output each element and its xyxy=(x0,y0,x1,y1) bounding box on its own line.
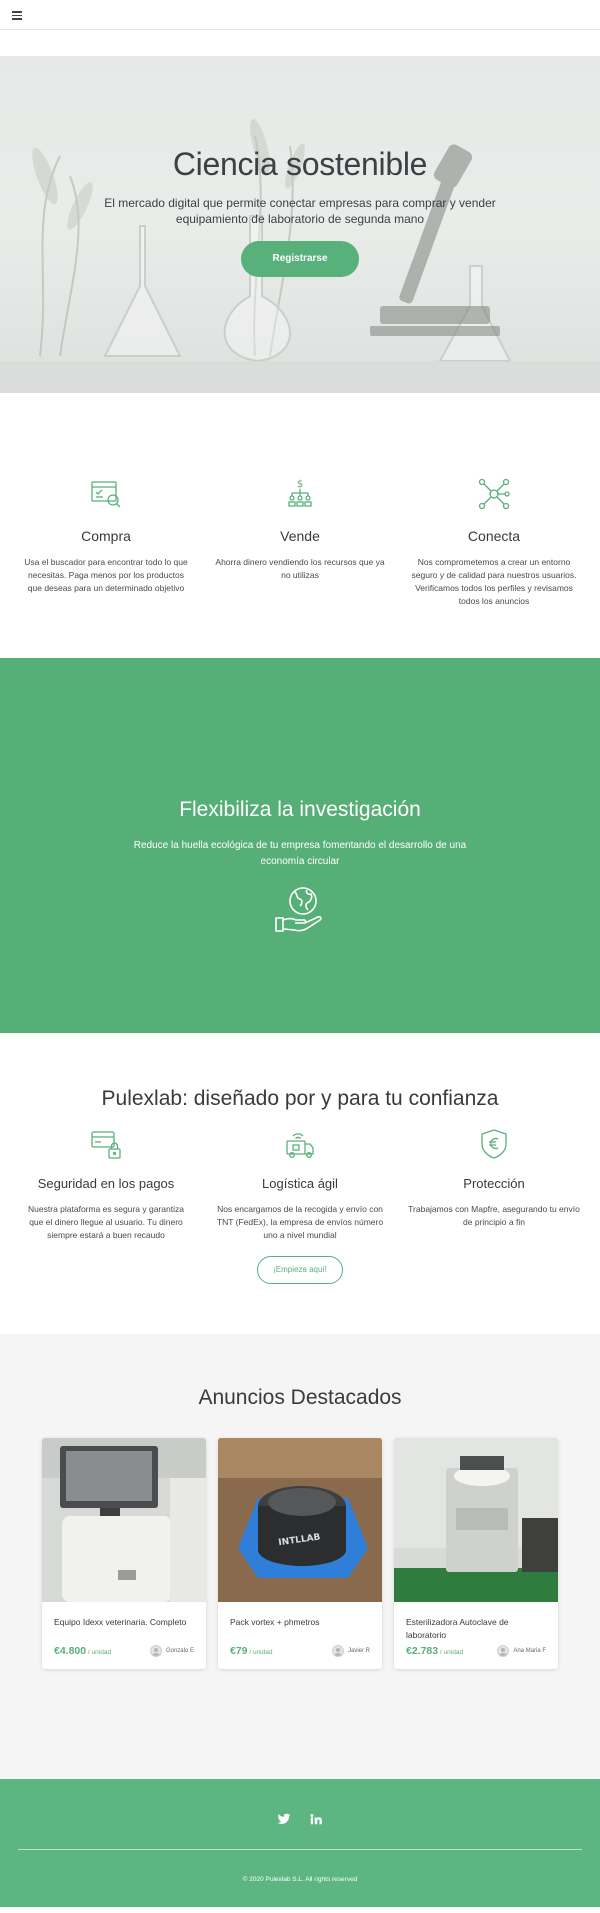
trust-item-text: Trabajamos con Mapfre, asegurando tu env… xyxy=(408,1204,580,1227)
listing-footer: €79 / unidad Javier R xyxy=(230,1645,370,1657)
feature-title: Compra xyxy=(81,528,131,544)
feature-text: Ahorra dinero vendiendo los recursos que… xyxy=(215,557,385,580)
avatar xyxy=(331,1645,344,1657)
twitter-icon[interactable] xyxy=(277,1812,291,1826)
search-listing-icon xyxy=(91,481,121,508)
listing-image xyxy=(394,1438,558,1602)
listing-title: Pack vortex + phmetros xyxy=(230,1617,320,1627)
trust-protection: Protección Trabajamos con Mapfre, asegur… xyxy=(408,1127,580,1242)
trust-title: Pulexlab: diseñado por y para tu confian… xyxy=(101,1087,499,1110)
copyright-text: © 2020 Pulexlab S.L. All rights reserved xyxy=(242,1876,358,1883)
footer: © 2020 Pulexlab S.L. All rights reserved xyxy=(0,1779,600,1907)
hero-title: Ciencia sostenible xyxy=(172,146,428,182)
listing-price-unit: / unidad xyxy=(247,1649,273,1656)
listing-title: Esterilizadora Autoclave de laboratorio xyxy=(406,1617,509,1640)
footer-divider xyxy=(18,1849,582,1850)
register-button[interactable]: Registrarse xyxy=(241,241,359,277)
listing-card[interactable]: Esterilizadora Autoclave de laboratorio … xyxy=(394,1438,558,1669)
featured-title: Anuncios Destacados xyxy=(198,1386,402,1409)
trust-logistics: Logística ágil Nos encargamos de la reco… xyxy=(214,1127,386,1242)
seller-name: Ana Maria F xyxy=(513,1648,546,1654)
listing-card[interactable]: Equipo Idexx veterinaria. Completo €4.80… xyxy=(42,1438,206,1669)
listing-image xyxy=(42,1438,206,1602)
feature-title: Vende xyxy=(280,528,320,544)
trust-item-text: Nuestra plataforma es segura y garantiza… xyxy=(28,1204,184,1240)
listing-cards: Equipo Idexx veterinaria. Completo €4.80… xyxy=(0,1438,600,1669)
hamburger-icon[interactable] xyxy=(12,11,22,20)
trust-item-text: Nos encargamos de la recogida y envío co… xyxy=(216,1204,384,1240)
hero-content: Ciencia sostenible El mercado digital qu… xyxy=(0,146,600,277)
listing-seller: Ana Maria F xyxy=(497,1645,546,1657)
feature-sell: $ Vende Ahorra dinero vendiendo los recu… xyxy=(214,477,386,608)
trust-item-title: Protección xyxy=(463,1176,525,1191)
listing-price-value: €79 xyxy=(230,1645,248,1657)
seller-name: Javier R xyxy=(347,1648,370,1654)
listing-footer: €2.783 / unidad Ana Maria F xyxy=(406,1645,546,1657)
social-links xyxy=(0,1812,600,1826)
feature-text: Usa el buscador para encontrar todo lo q… xyxy=(24,557,188,593)
hero-subtitle: El mercado digital que permite conectar … xyxy=(104,196,496,226)
seller-name: Gonzalo E xyxy=(165,1648,194,1654)
listing-price: €79 / unidad xyxy=(230,1645,272,1657)
listing-price: €4.800 / unidad xyxy=(54,1645,111,1657)
start-here-button[interactable]: ¡Empieza aquí! xyxy=(257,1256,343,1284)
featured-listings-section: Anuncios Destacados Equipo Idexx veterin… xyxy=(0,1334,600,1779)
listing-image: INTLLAB xyxy=(218,1438,382,1602)
listing-seller: Gonzalo E xyxy=(149,1645,194,1657)
trust-payments: Seguridad en los pagos Nuestra plataform… xyxy=(20,1127,192,1242)
listing-price-unit: / unidad xyxy=(438,1649,464,1656)
top-navbar xyxy=(0,0,600,30)
globe-hand-icon xyxy=(275,887,322,932)
listing-price-unit: / unidad xyxy=(86,1649,112,1656)
listing-price-value: €2.783 xyxy=(406,1645,439,1657)
listing-price: €2.783 / unidad xyxy=(406,1645,463,1657)
feature-text: Nos comprometemos a crear un entorno seg… xyxy=(411,557,577,606)
trust-item-title: Seguridad en los pagos xyxy=(37,1176,175,1191)
avatar xyxy=(497,1645,510,1657)
features-section: Compra Usa el buscador para encontrar to… xyxy=(0,393,600,658)
network-icon xyxy=(478,478,510,510)
hero-section: Ciencia sostenible El mercado digital qu… xyxy=(0,56,600,393)
listing-footer: €4.800 / unidad Gonzalo E xyxy=(54,1645,194,1657)
listing-card[interactable]: INTLLAB Pack vortex + phmetros €79 / uni… xyxy=(218,1438,382,1669)
trust-section: Pulexlab: diseñado por y para tu confian… xyxy=(0,1033,600,1334)
listing-seller: Javier R xyxy=(331,1645,370,1657)
listing-title: Equipo Idexx veterinaria. Completo xyxy=(54,1617,187,1627)
shield-euro-icon xyxy=(481,1129,507,1159)
trust-columns: Seguridad en los pagos Nuestra plataform… xyxy=(20,1127,580,1242)
secure-payment-icon xyxy=(91,1131,121,1159)
circular-economy-band: Flexibiliza la investigación Reduce la h… xyxy=(0,658,600,1033)
listing-price-value: €4.800 xyxy=(54,1645,87,1657)
band-title: Flexibiliza la investigación xyxy=(179,798,421,821)
money-people-icon: $ xyxy=(288,479,312,507)
feature-buy: Compra Usa el buscador para encontrar to… xyxy=(20,477,192,608)
feature-title: Conecta xyxy=(467,528,521,544)
band-text: Reduce la huella ecológica de tu empresa… xyxy=(133,840,467,867)
linkedin-icon[interactable] xyxy=(309,1812,323,1826)
delivery-truck-icon xyxy=(286,1133,314,1158)
trust-item-title: Logística ágil xyxy=(262,1176,338,1191)
feature-connect: Conecta Nos comprometemos a crear un ent… xyxy=(408,477,580,608)
svg-text:$: $ xyxy=(297,479,303,490)
avatar xyxy=(149,1645,162,1657)
